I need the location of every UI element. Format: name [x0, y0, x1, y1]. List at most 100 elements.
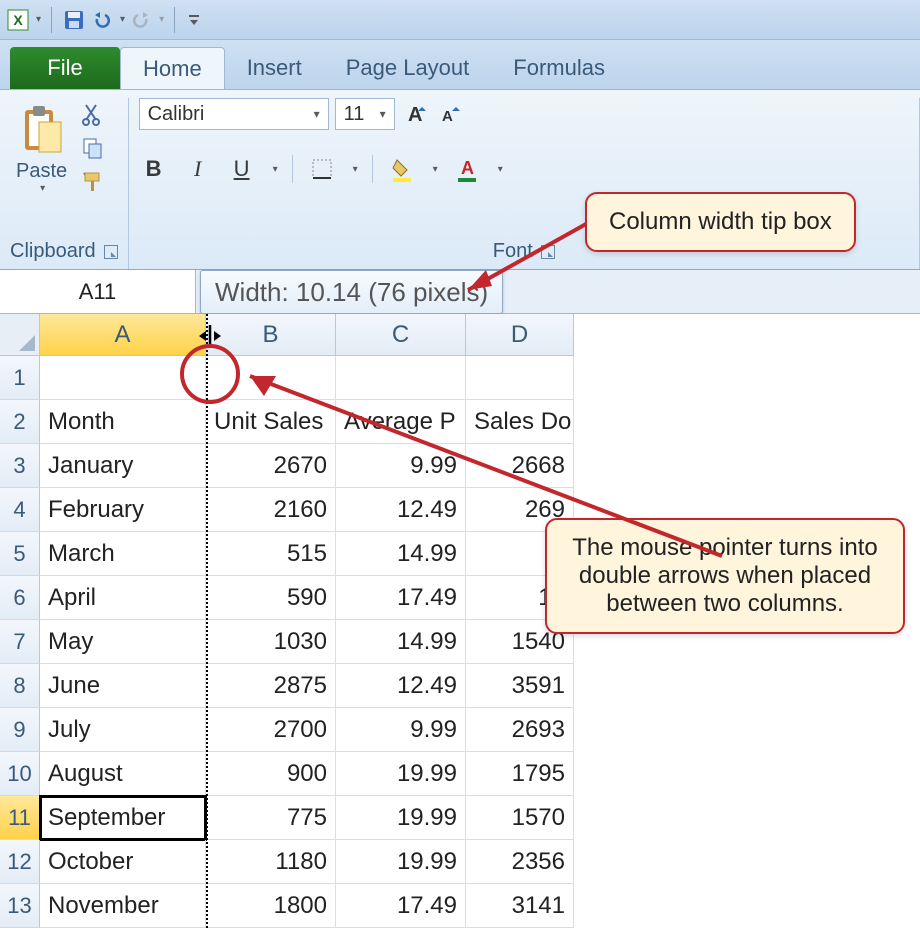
tab-formulas[interactable]: Formulas [491, 47, 627, 89]
cell[interactable]: July [40, 708, 206, 752]
row-header[interactable]: 11 [0, 796, 40, 840]
borders-dropdown[interactable]: ▾ [353, 164, 358, 175]
paste-dropdown[interactable]: ▾ [40, 183, 45, 194]
row-header[interactable]: 8 [0, 664, 40, 708]
font-color-dropdown[interactable]: ▾ [498, 164, 503, 175]
cell[interactable]: 3591 [466, 664, 574, 708]
column-header-c[interactable]: C [336, 314, 466, 356]
cell[interactable]: 14.99 [336, 532, 466, 576]
app-menu-dropdown[interactable]: ▾ [36, 14, 41, 25]
row-header[interactable]: 9 [0, 708, 40, 752]
cell[interactable]: 775 [206, 796, 336, 840]
row-header[interactable]: 6 [0, 576, 40, 620]
name-box[interactable]: A11 [0, 270, 196, 313]
tab-home[interactable]: Home [120, 47, 225, 89]
cell[interactable]: June [40, 664, 206, 708]
cell[interactable]: March [40, 532, 206, 576]
row-header[interactable]: 10 [0, 752, 40, 796]
underline-button[interactable]: U [227, 154, 257, 184]
row-header[interactable]: 4 [0, 488, 40, 532]
row-header[interactable]: 5 [0, 532, 40, 576]
cell[interactable]: 2670 [206, 444, 336, 488]
row-header[interactable]: 3 [0, 444, 40, 488]
font-size-selector[interactable]: 11 ▾ [335, 98, 395, 130]
font-name-selector[interactable]: Calibri ▾ [139, 98, 329, 130]
tab-insert[interactable]: Insert [225, 47, 324, 89]
undo-dropdown[interactable]: ▾ [120, 14, 125, 25]
cell[interactable]: January [40, 444, 206, 488]
column-header-a[interactable]: A [40, 314, 206, 356]
cell[interactable]: October [40, 840, 206, 884]
undo-icon[interactable] [90, 8, 114, 32]
cell[interactable]: 17.49 [336, 576, 466, 620]
cell[interactable]: Sales Do [466, 400, 574, 444]
bold-button[interactable]: B [139, 154, 169, 184]
save-icon[interactable] [62, 8, 86, 32]
cell[interactable]: 14.99 [336, 620, 466, 664]
cell[interactable]: 900 [206, 752, 336, 796]
redo-dropdown[interactable]: ▾ [159, 14, 164, 25]
copy-icon[interactable]: ▾ [81, 136, 107, 162]
cell[interactable]: 1030 [206, 620, 336, 664]
font-launcher[interactable] [541, 245, 555, 259]
cell[interactable]: 1800 [206, 884, 336, 928]
cell[interactable]: 3141 [466, 884, 574, 928]
cell[interactable]: Month [40, 400, 206, 444]
cell[interactable]: 2875 [206, 664, 336, 708]
fill-color-button[interactable] [387, 154, 417, 184]
cell[interactable]: 17.49 [336, 884, 466, 928]
row-header[interactable]: 2 [0, 400, 40, 444]
cell[interactable]: September [40, 796, 206, 840]
row-header[interactable]: 12 [0, 840, 40, 884]
paste-button[interactable]: Paste ▾ [10, 98, 73, 198]
clipboard-launcher[interactable] [104, 245, 118, 259]
tab-file[interactable]: File [10, 47, 120, 89]
tab-page-layout[interactable]: Page Layout [324, 47, 492, 89]
cell[interactable]: 515 [206, 532, 336, 576]
increase-font-size-button[interactable]: A [401, 100, 429, 128]
cell[interactable]: 19.99 [336, 840, 466, 884]
cell[interactable] [206, 356, 336, 400]
cell[interactable] [466, 356, 574, 400]
cell[interactable]: 590 [206, 576, 336, 620]
cell[interactable]: 1570 [466, 796, 574, 840]
cell[interactable]: 2693 [466, 708, 574, 752]
font-color-button[interactable]: A [452, 154, 482, 184]
cell[interactable]: 2160 [206, 488, 336, 532]
cell[interactable]: April [40, 576, 206, 620]
fill-color-dropdown[interactable]: ▾ [433, 164, 438, 175]
cell[interactable]: Unit Sales [206, 400, 336, 444]
row-header[interactable]: 7 [0, 620, 40, 664]
cell[interactable]: November [40, 884, 206, 928]
cell[interactable] [336, 356, 466, 400]
cut-icon[interactable] [81, 102, 107, 128]
cell[interactable]: August [40, 752, 206, 796]
underline-dropdown[interactable]: ▾ [273, 164, 278, 175]
cell[interactable]: 2668 [466, 444, 574, 488]
cell[interactable]: 9.99 [336, 708, 466, 752]
customize-qat-dropdown[interactable] [185, 8, 203, 32]
cell[interactable]: 2700 [206, 708, 336, 752]
cell[interactable] [40, 356, 206, 400]
format-painter-icon[interactable] [81, 170, 107, 196]
row-header[interactable]: 1 [0, 356, 40, 400]
cell[interactable]: February [40, 488, 206, 532]
cell[interactable]: 12.49 [336, 664, 466, 708]
cell[interactable]: 12.49 [336, 488, 466, 532]
column-header-d[interactable]: D [466, 314, 574, 356]
cell[interactable]: May [40, 620, 206, 664]
cell[interactable]: Average P [336, 400, 466, 444]
row-header[interactable]: 13 [0, 884, 40, 928]
decrease-font-size-button[interactable]: A [435, 100, 463, 128]
italic-button[interactable]: I [183, 154, 213, 184]
borders-button[interactable] [307, 154, 337, 184]
cell[interactable]: 9.99 [336, 444, 466, 488]
cell[interactable]: 1180 [206, 840, 336, 884]
cell[interactable]: 19.99 [336, 752, 466, 796]
column-header-b[interactable]: B [206, 314, 336, 356]
cell[interactable]: 19.99 [336, 796, 466, 840]
cell[interactable]: 1795 [466, 752, 574, 796]
cell[interactable]: 2356 [466, 840, 574, 884]
select-all-corner[interactable] [0, 314, 40, 356]
redo-icon[interactable] [129, 8, 153, 32]
